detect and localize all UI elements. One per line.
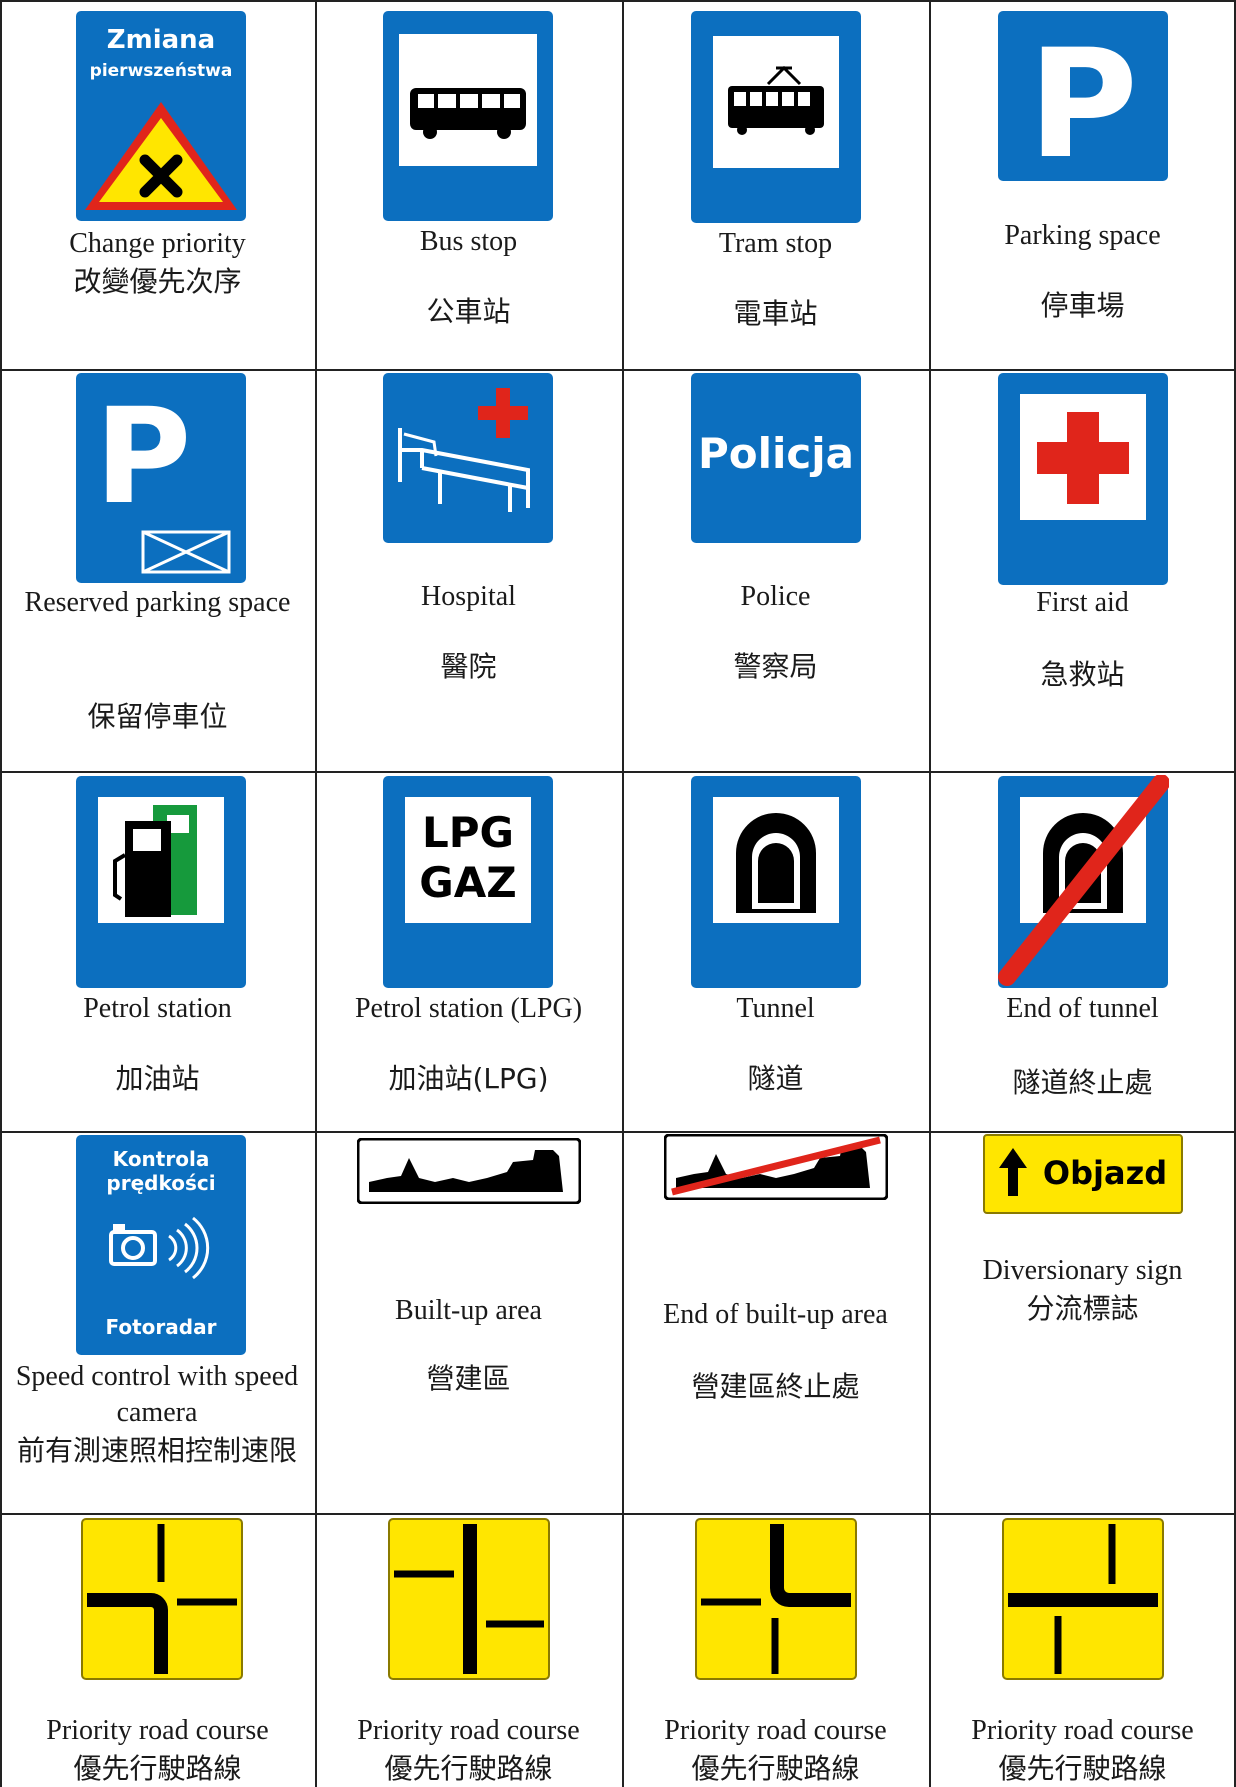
table-cell: Priority road course 優先行駛路線: [622, 1513, 929, 1787]
hospital-sign: [383, 373, 553, 543]
sign-name-zh: 醫院: [440, 650, 497, 683]
table-cell: P Reserved parking space 保留停車位: [0, 369, 315, 771]
sign-name-en: Speed control with speed camera: [15, 1361, 299, 1428]
sign-name-en: Tunnel: [736, 993, 815, 1024]
sign-name-zh: 加油站: [115, 1062, 200, 1095]
bus-stop-sign: [383, 11, 553, 221]
end-of-built-up-area-sign: [664, 1134, 888, 1200]
table-cell: P Parking space 停車場: [929, 0, 1236, 369]
sign-name-zh: 停車場: [1040, 289, 1125, 322]
sign-name-zh: 加油站(LPG): [388, 1062, 549, 1095]
table-cell: Priority road course 優先行駛路線: [929, 1513, 1236, 1787]
sign-name-zh: 優先行駛路線: [384, 1752, 553, 1785]
sign-name-en: Petrol station: [83, 993, 232, 1024]
table-cell: Built-up area 營建區: [315, 1131, 622, 1513]
police-sign-text: Policja: [698, 429, 854, 478]
table-cell: Petrol station 加油站: [0, 771, 315, 1131]
sign-name-en: Petrol station (LPG): [354, 993, 583, 1024]
gaz-text: GAZ: [419, 858, 516, 907]
lpg-station-sign: LPG GAZ: [383, 776, 553, 988]
sign-name-en: End of tunnel: [1006, 993, 1159, 1024]
sign-name-zh: 隧道: [747, 1062, 804, 1095]
sign-name-en: Police: [740, 581, 811, 612]
sign-name-en: Diversionary sign: [982, 1255, 1183, 1286]
table-cell: Priority road course 優先行駛路線: [0, 1513, 315, 1787]
tram-stop-sign: [691, 11, 861, 223]
sign-text-fotoradar: Fotoradar: [106, 1315, 217, 1339]
sign-name-zh: 營建區: [426, 1362, 511, 1395]
table-cell: End of built-up area 營建區終止處: [622, 1131, 929, 1513]
sign-name-zh: 優先行駛路線: [998, 1752, 1167, 1785]
first-aid-sign: [998, 373, 1168, 585]
sign-name-en: Hospital: [421, 581, 516, 612]
table-cell: First aid 急救站: [929, 369, 1236, 771]
change-priority-sign: Zmiana pierwszeństwa: [76, 11, 246, 221]
priority-road-course-sign-3: [695, 1518, 857, 1680]
sign-text-kontrola: Kontrola: [113, 1147, 210, 1171]
police-sign: Policja: [691, 373, 861, 543]
sign-name-zh: 保留停車位: [87, 700, 228, 733]
sign-name-en: Change priority: [69, 228, 246, 259]
table-cell: Tunnel 隧道: [622, 771, 929, 1131]
table-cell: Hospital 醫院: [315, 369, 622, 771]
sign-name-zh: 營建區終止處: [691, 1370, 860, 1403]
sign-name-en: Parking space: [1004, 220, 1161, 251]
table-cell: Priority road course 優先行駛路線: [315, 1513, 622, 1787]
sign-name-en: Reserved parking space: [24, 587, 291, 618]
end-of-tunnel-sign: [998, 775, 1169, 988]
sign-name-zh: 分流標誌: [1026, 1292, 1139, 1325]
reserved-parking-sign: P: [76, 373, 246, 583]
sign-text-predkosci: prędkości: [106, 1171, 215, 1195]
table-cell: Tram stop 電車站: [622, 0, 929, 369]
priority-road-course-sign-2: [388, 1518, 550, 1680]
sign-name-zh: 急救站: [1040, 658, 1125, 691]
table-cell: End of tunnel 隧道終止處: [929, 771, 1236, 1131]
sign-name-zh: 優先行駛路線: [691, 1752, 860, 1785]
sign-name-en: Tram stop: [718, 228, 833, 259]
parking-letter: P: [1028, 18, 1138, 182]
speed-camera-sign: Kontrola prędkości Fotoradar: [76, 1135, 246, 1355]
sign-name-zh: 隧道終止處: [1012, 1066, 1153, 1099]
sign-name-zh: 前有測速照相控制速限: [17, 1434, 298, 1467]
sign-name-zh: 警察局: [733, 650, 818, 683]
objazd-text: Objazd: [1043, 1154, 1167, 1192]
table-cell: Policja Police 警察局: [622, 369, 929, 771]
built-up-area-sign: [357, 1138, 581, 1204]
table-cell: Kontrola prędkości Fotoradar Speed contr…: [0, 1131, 315, 1513]
sign-text-zmiana: Zmiana: [107, 25, 215, 55]
sign-name-en: First aid: [1036, 587, 1129, 618]
table-cell: Zmiana pierwszeństwa Change priority 改變優…: [0, 0, 315, 369]
sign-name-en: Bus stop: [419, 226, 518, 257]
sign-name-en: Built-up area: [395, 1295, 542, 1326]
parking-sign: P: [998, 11, 1168, 182]
petrol-station-sign: [76, 776, 246, 988]
parking-letter: P: [95, 380, 192, 534]
sign-name-en: Priority road course: [357, 1715, 580, 1746]
sign-name-en: Priority road course: [664, 1715, 887, 1746]
table-cell: Objazd Diversionary sign 分流標誌: [929, 1131, 1236, 1513]
tunnel-sign: [691, 776, 861, 988]
table-cell: LPG GAZ Petrol station (LPG) 加油站(LPG): [315, 771, 622, 1131]
sign-name-en: Priority road course: [46, 1715, 269, 1746]
lpg-text: LPG: [422, 808, 514, 857]
diversion-sign: Objazd: [983, 1134, 1183, 1214]
sign-name-zh: 公車站: [426, 295, 511, 328]
priority-road-course-sign-1: [81, 1518, 243, 1680]
priority-road-course-sign-4: [1002, 1518, 1164, 1680]
table-cell: Bus stop 公車站: [315, 0, 622, 369]
sign-name-zh: 電車站: [733, 297, 818, 330]
sign-text-pierwszenstwa: pierwszeństwa: [90, 61, 233, 81]
signs-table: Zmiana pierwszeństwa Change priority 改變優…: [0, 0, 1236, 1787]
sign-name-zh: 優先行駛路線: [73, 1752, 242, 1785]
sign-name-en: End of built-up area: [663, 1299, 888, 1330]
sign-name-zh: 改變優先次序: [73, 265, 242, 298]
sign-name-en: Priority road course: [971, 1715, 1194, 1746]
